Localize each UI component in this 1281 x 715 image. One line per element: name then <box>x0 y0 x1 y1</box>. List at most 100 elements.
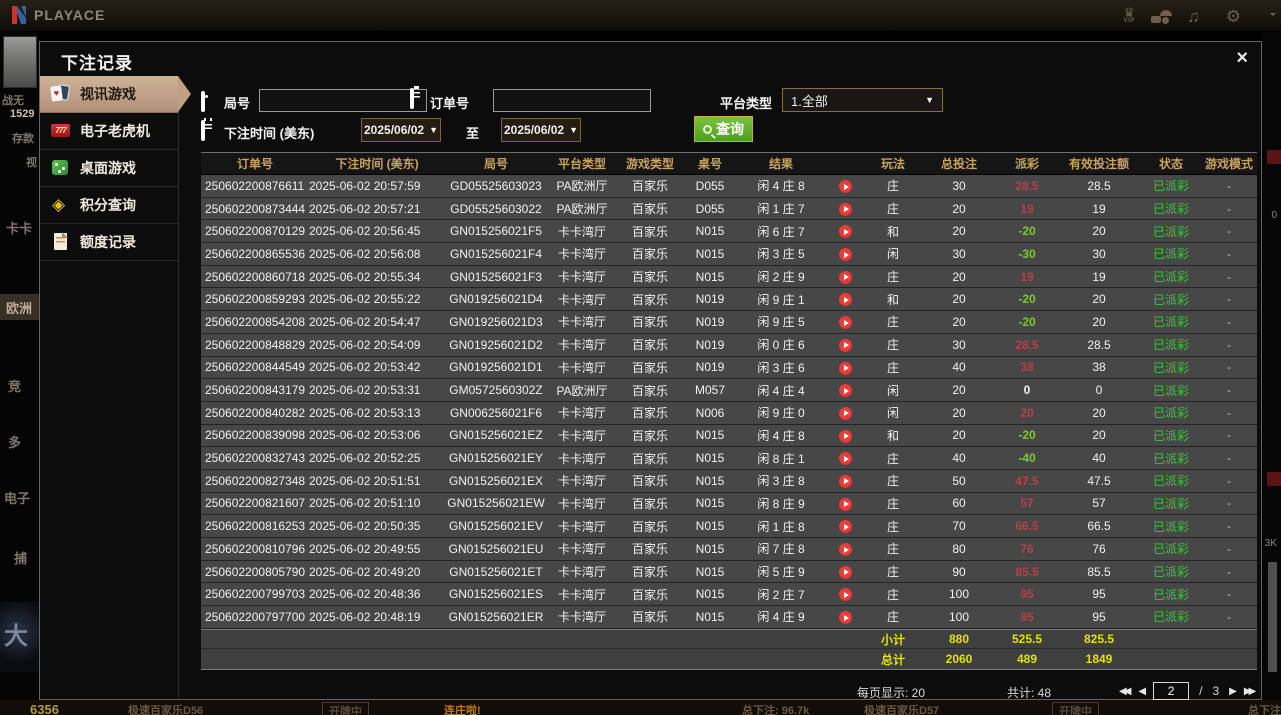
cell-game-type: 百家乐 <box>631 474 668 489</box>
cell-order-number: 250602200859293 <box>205 292 306 307</box>
cell-payout: -20 <box>1018 292 1036 307</box>
cell-play-method: 和 <box>886 224 899 239</box>
first-page-button[interactable]: ◀◀ <box>1119 686 1132 697</box>
cell-replay <box>825 406 865 420</box>
cell-total-bet: 100 <box>948 609 970 624</box>
cell-payout: 85.5 <box>1015 564 1039 579</box>
replay-play-icon[interactable] <box>838 361 852 375</box>
cell-status: 已派彩 <box>1152 383 1189 398</box>
table-row: 250602200865536 2025-06-02 20:56:08 GN01… <box>201 243 1257 266</box>
cell-status: 已派彩 <box>1152 224 1189 239</box>
replay-play-icon[interactable] <box>838 316 852 330</box>
replay-play-icon[interactable] <box>838 565 852 579</box>
replay-play-icon[interactable] <box>838 270 852 284</box>
replay-play-icon[interactable] <box>838 452 852 466</box>
close-icon[interactable]: × <box>1236 48 1248 68</box>
cell-total-bet: 70 <box>952 519 966 534</box>
sidebar-item-slots[interactable]: 777 电子老虎机 <box>40 113 178 150</box>
table-header-row: 订单号 下注时间 (美东) 局号 平台类型 游戏类型 桌号 结果 玩法 总投注 … <box>201 152 1257 175</box>
playace-logo: PLAYACE <box>10 5 105 25</box>
replay-play-icon[interactable] <box>838 611 852 625</box>
cell-game-type: 百家乐 <box>631 565 668 580</box>
sidebar-item-points[interactable]: ◈ 积分查询 <box>40 187 178 224</box>
cell-replay <box>825 496 865 511</box>
cell-round-number: GN019256021D3 <box>449 314 543 329</box>
cell-bet-time: 2025-06-02 20:55:34 <box>309 269 421 284</box>
cell-platform: PA欧洲厅 <box>556 202 608 217</box>
cell-valid-bet: 20 <box>1092 314 1106 329</box>
settings-gear-icon[interactable]: ⚙ <box>1226 8 1241 25</box>
vip-icon[interactable]: ♛ VIP <box>1123 6 1135 24</box>
date-from-picker[interactable]: 2025/06/02 ▼ <box>361 118 441 142</box>
cell-bet-time: 2025-06-02 20:51:10 <box>309 496 421 511</box>
cell-table-number: N015 <box>695 269 725 284</box>
replay-play-icon[interactable] <box>838 588 852 602</box>
cell-order-number: 250602200860718 <box>205 269 306 284</box>
next-page-button[interactable]: ▶ <box>1229 686 1237 697</box>
music-icon[interactable]: ♫ <box>1187 8 1200 25</box>
cell-payout: -30 <box>1018 246 1036 261</box>
cell-table-number: N015 <box>695 587 725 602</box>
cell-play-method: 庄 <box>886 542 899 557</box>
cell-bet-time: 2025-06-02 20:57:59 <box>309 178 421 193</box>
cell-valid-bet: 20 <box>1092 428 1106 443</box>
sidebar-item-live-games[interactable]: ♥ 视讯游戏 <box>40 76 191 113</box>
cell-table-number: N019 <box>695 314 725 329</box>
cell-status: 已派彩 <box>1152 406 1189 421</box>
replay-play-icon[interactable] <box>838 293 852 307</box>
cell-payout: 20 <box>1020 405 1034 420</box>
cell-replay <box>825 383 865 398</box>
cell-game-type: 百家乐 <box>631 202 668 217</box>
cell-total-bet: 40 <box>952 451 966 466</box>
background-nav-duo: 多 <box>8 435 22 450</box>
sidebar-item-credit-records[interactable]: 额度记录 <box>40 224 178 261</box>
replay-play-icon[interactable] <box>838 520 852 534</box>
order-number-input[interactable] <box>493 89 651 112</box>
cell-round-number: GN015256021F3 <box>449 269 543 284</box>
table-row: 250602200870129 2025-06-02 20:56:45 GN01… <box>201 220 1257 244</box>
col-order: 订单号 <box>236 157 273 171</box>
replay-play-icon[interactable] <box>838 497 852 511</box>
cell-total-bet: 50 <box>952 473 966 488</box>
sidebar-item-label: 桌面游戏 <box>80 160 136 176</box>
cell-result: 闲 2 庄 9 <box>757 270 805 285</box>
sidebar-item-label: 电子老虎机 <box>80 123 150 139</box>
date-to-picker[interactable]: 2025/06/02 ▼ <box>501 118 581 142</box>
replay-play-icon[interactable] <box>838 543 852 556</box>
replay-play-icon[interactable] <box>838 180 852 193</box>
background-badge <box>1267 472 1281 486</box>
replay-play-icon[interactable] <box>838 225 852 239</box>
replay-play-icon[interactable] <box>838 474 852 488</box>
cell-status: 已派彩 <box>1152 202 1189 217</box>
cell-bet-time: 2025-06-02 20:53:06 <box>309 428 421 443</box>
cell-round-number: GN015256021ES <box>448 587 544 602</box>
replay-play-icon[interactable] <box>838 202 852 216</box>
round-number-input[interactable] <box>259 89 427 112</box>
cell-replay <box>825 564 865 579</box>
cell-result: 闲 8 庄 1 <box>757 451 805 466</box>
table-row: 250602200821607 2025-06-02 20:51:10 GN01… <box>201 492 1257 516</box>
playace-logo-icon <box>10 5 28 25</box>
col-platform: 平台类型 <box>557 157 606 171</box>
cell-valid-bet: 57 <box>1092 496 1106 511</box>
bet-time-label: 下注时间 (美东) <box>224 126 315 141</box>
cell-table-number: N019 <box>695 337 725 352</box>
replay-play-icon[interactable] <box>838 384 852 398</box>
background-jackpot-logo: 大 <box>0 602 39 672</box>
replay-play-icon[interactable] <box>838 338 852 352</box>
search-button[interactable]: 查询 <box>694 116 753 142</box>
replay-play-icon[interactable] <box>838 248 852 262</box>
sidebar-item-table-games[interactable]: 桌面游戏 <box>40 150 178 187</box>
replay-play-icon[interactable] <box>838 429 852 443</box>
cell-result: 闲 9 庄 5 <box>757 315 805 330</box>
last-page-button[interactable]: ▶▶ <box>1244 686 1257 697</box>
replay-play-icon[interactable] <box>838 406 852 420</box>
cell-total-bet: 20 <box>952 383 966 398</box>
prev-page-button[interactable]: ◀ <box>1138 686 1146 697</box>
page-number-input[interactable] <box>1153 682 1190 700</box>
cell-order-number: 250602200865536 <box>205 246 306 261</box>
platform-type-select[interactable]: 1.全部 ▼ <box>782 88 943 112</box>
cell-replay <box>825 201 865 216</box>
cell-platform: 卡卡湾厅 <box>557 270 606 285</box>
col-total-bet: 总投注 <box>940 157 977 171</box>
